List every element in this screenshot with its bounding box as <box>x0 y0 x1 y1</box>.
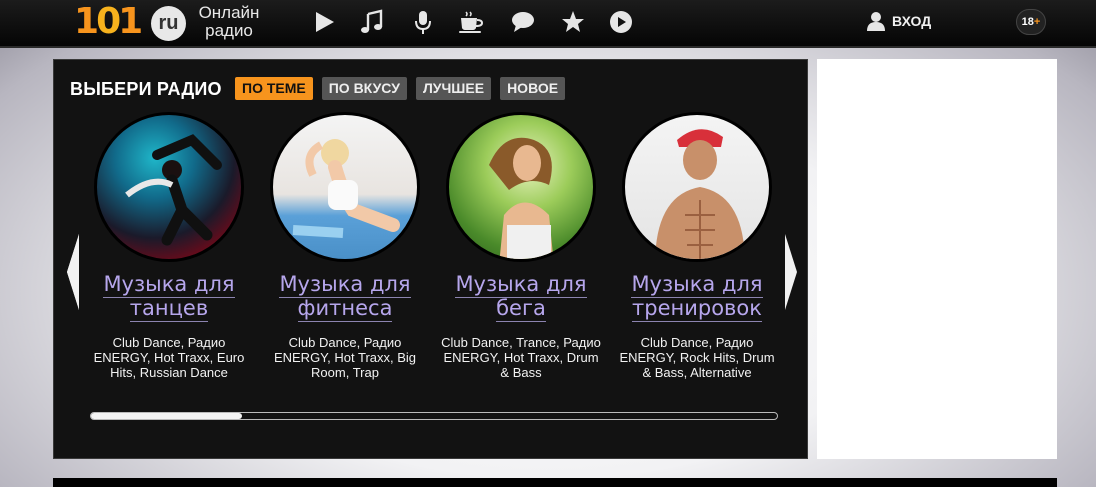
logo-digit-0: 0 <box>96 1 121 42</box>
card-description: Club Dance, Радио ENERGY, Hot Traxx, Eur… <box>93 335 245 380</box>
music-note-icon[interactable] <box>359 9 385 35</box>
card-title-line2: фитнеса <box>297 296 393 322</box>
card-title-line2: бега <box>496 296 546 322</box>
star-icon[interactable] <box>560 9 586 35</box>
tab-new[interactable]: НОВОЕ <box>500 77 566 100</box>
top-bar: 101 ru Онлайн радио ВХОД 18+ <box>0 0 1096 48</box>
scrollbar-thumb[interactable] <box>91 413 242 419</box>
play-icon[interactable] <box>311 9 337 35</box>
card-title[interactable]: Музыка для бега <box>433 272 609 322</box>
workout-image <box>622 112 772 262</box>
card-title-line1: Музыка для <box>631 272 763 298</box>
category-tabs: ПО ТЕМЕ ПО ВКУСУ ЛУЧШЕЕ НОВОЕ <box>235 77 574 100</box>
card-title-line2: тренировок <box>632 296 762 322</box>
logo-text[interactable]: Онлайн радио <box>194 4 264 40</box>
card-description: Club Dance, Радио ENERGY, Rock Hits, Dru… <box>619 335 775 380</box>
carousel-prev-arrow[interactable] <box>65 234 81 310</box>
card-title-line1: Музыка для <box>279 272 411 298</box>
card-title[interactable]: Музыка для тренировок <box>609 272 785 322</box>
microphone-icon[interactable] <box>410 9 436 35</box>
fitness-woman-figure-icon <box>292 139 400 238</box>
panel-title: ВЫБЕРИ РАДИО <box>70 79 222 99</box>
card-running-music[interactable]: Музыка для бега Club Dance, Trance, Ради… <box>433 112 609 380</box>
carousel-scrollbar[interactable] <box>90 412 778 420</box>
user-icon <box>867 12 885 31</box>
logo-digit-1b: 1 <box>118 1 143 42</box>
card-fitness-music[interactable]: Музыка для фитнеса Club Dance, Радио ENE… <box>257 112 433 380</box>
logo-text-line1: Онлайн <box>198 3 260 22</box>
card-title-line1: Музыка для <box>455 272 587 298</box>
logo-101[interactable]: 101 <box>74 1 143 42</box>
dance-image <box>94 112 244 262</box>
tab-by-taste[interactable]: ПО ВКУСУ <box>321 77 407 100</box>
runner-woman-figure-icon <box>489 137 554 259</box>
bottom-bar <box>53 478 1057 487</box>
card-title-line1: Музыка для <box>103 272 235 298</box>
play-circle-icon[interactable] <box>608 9 634 35</box>
card-title[interactable]: Музыка для фитнеса <box>257 272 433 322</box>
running-image <box>446 112 596 262</box>
card-title[interactable]: Музыка для танцев <box>81 272 257 322</box>
choose-radio-panel: ВЫБЕРИ РАДИО ПО ТЕМЕ ПО ВКУСУ ЛУЧШЕЕ НОВ… <box>53 59 808 459</box>
logo-digit-1: 1 <box>74 1 99 42</box>
coffee-cup-icon[interactable] <box>458 9 484 35</box>
fitness-image <box>270 112 420 262</box>
age-number: 18 <box>1021 16 1034 28</box>
card-description: Club Dance, Радио ENERGY, Hot Traxx, Big… <box>273 335 417 380</box>
login-button[interactable]: ВХОД <box>866 10 931 32</box>
card-description: Club Dance, Trance, Радио ENERGY, Hot Tr… <box>441 335 601 380</box>
side-ad-block <box>817 59 1057 459</box>
logo-ru-badge[interactable]: ru <box>151 6 186 41</box>
chat-bubble-icon[interactable] <box>510 9 536 35</box>
athlete-man-figure-icon <box>655 129 745 259</box>
dancer-figure-icon <box>125 134 222 246</box>
tab-best[interactable]: ЛУЧШЕЕ <box>415 77 492 100</box>
carousel-next-arrow[interactable] <box>783 234 799 310</box>
age-plus: + <box>1033 16 1041 28</box>
login-label: ВХОД <box>892 13 932 29</box>
logo-text-line2: радио <box>205 21 253 40</box>
card-title-line2: танцев <box>129 296 209 322</box>
card-workout-music[interactable]: Музыка для тренировок Club Dance, Радио … <box>609 112 785 380</box>
card-dance-music[interactable]: Музыка для танцев Club Dance, Радио ENER… <box>81 112 257 380</box>
age-rating-badge: 18+ <box>1016 9 1046 35</box>
tab-by-theme[interactable]: ПО ТЕМЕ <box>235 77 313 100</box>
